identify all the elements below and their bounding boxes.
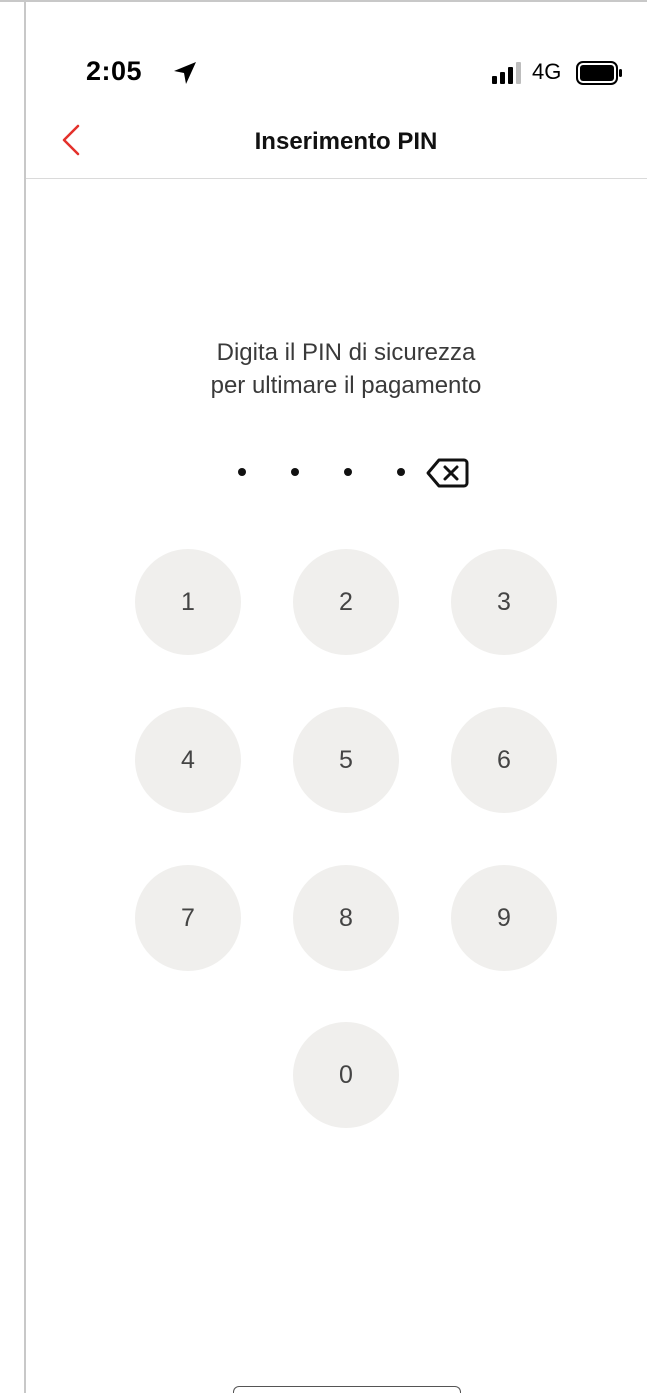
delete-button[interactable] [426, 456, 470, 490]
pin-dot [238, 468, 246, 476]
key-7[interactable]: 7 [135, 865, 241, 971]
key-0[interactable]: 0 [293, 1022, 399, 1128]
pin-prompt-line-2: per ultimare il pagamento [210, 372, 482, 399]
pin-dot [397, 468, 405, 476]
key-9[interactable]: 9 [451, 865, 557, 971]
network-label: 4G [532, 59, 562, 84]
key-3[interactable]: 3 [451, 549, 557, 655]
backspace-icon [426, 458, 469, 488]
pin-prompt: Digita il PIN di sicurezza per ultimare … [26, 336, 647, 402]
key-8[interactable]: 8 [293, 865, 399, 971]
screen: 2:05 4G Inserimento PIN Digita il PIN di… [0, 0, 647, 1393]
location-arrow-icon [174, 62, 196, 84]
battery-icon [576, 61, 622, 85]
key-6[interactable]: 6 [451, 707, 557, 813]
pin-dot [291, 468, 299, 476]
frame-border-top [0, 0, 647, 2]
key-4[interactable]: 4 [135, 707, 241, 813]
pin-prompt-line-1: Digita il PIN di sicurezza [216, 339, 476, 366]
key-5[interactable]: 5 [293, 707, 399, 813]
nav-bar: Inserimento PIN [26, 104, 647, 179]
home-indicator [233, 1386, 461, 1393]
key-1[interactable]: 1 [135, 549, 241, 655]
status-bar: 2:05 4G [26, 48, 647, 98]
frame-border-left [24, 0, 26, 1393]
key-2[interactable]: 2 [293, 549, 399, 655]
signal-bars-icon [492, 62, 521, 84]
status-time: 2:05 [86, 56, 143, 86]
pin-dot [344, 468, 352, 476]
page-title: Inserimento PIN [254, 128, 438, 155]
